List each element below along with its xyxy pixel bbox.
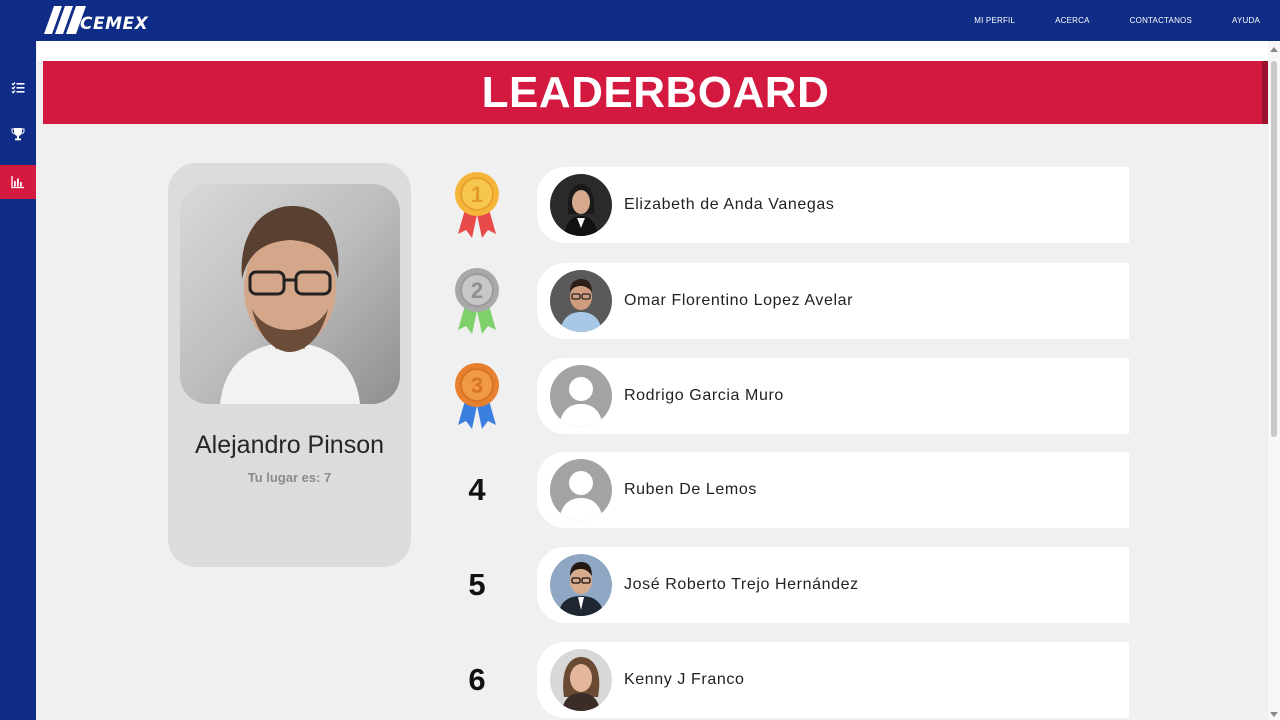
medal-number: 2 <box>471 278 483 303</box>
rank-slot: 5 <box>448 547 506 623</box>
sidebar <box>0 41 36 720</box>
leaderboard-entry[interactable]: José Roberto Trejo Hernández <box>537 547 1129 623</box>
avatar <box>550 554 612 616</box>
rank-number: 4 <box>468 472 486 507</box>
rank-number: 5 <box>468 567 486 602</box>
list-check-icon <box>11 82 25 94</box>
leaderboard-entry[interactable]: Omar Florentino Lopez Avelar <box>537 263 1129 339</box>
rank-slot: 1 <box>448 167 506 243</box>
entry-name: Ruben De Lemos <box>624 481 757 498</box>
current-user-rank: Tu lugar es: 7 <box>247 470 332 485</box>
scroll-up-icon[interactable] <box>1270 47 1278 52</box>
entry-name: Rodrigo Garcia Muro <box>624 387 784 404</box>
avatar <box>550 270 612 332</box>
entry-name: Elizabeth de Anda Vanegas <box>624 196 835 213</box>
avatar <box>550 174 612 236</box>
sidebar-item-leaderboard[interactable] <box>0 165 36 199</box>
scrollbar-thumb[interactable] <box>1271 61 1277 437</box>
leaderboard-entry[interactable]: Elizabeth de Anda Vanegas <box>537 167 1129 243</box>
entry-name: José Roberto Trejo Hernández <box>624 576 859 593</box>
medal-number: 3 <box>471 373 483 398</box>
person-photo-icon <box>550 649 612 711</box>
current-user-card: Alejandro Pinson Tu lugar es: 7 <box>168 163 411 567</box>
avatar <box>550 649 612 711</box>
scroll-down-icon[interactable] <box>1270 712 1278 717</box>
default-avatar-icon <box>550 365 612 427</box>
page-scrollbar[interactable] <box>1268 41 1280 720</box>
sidebar-item-tasks[interactable] <box>0 71 36 105</box>
leaderboard-row: 3 Rodrigo Garcia Muro <box>440 358 1130 434</box>
leaderboard-row: 1 Elizabeth de Anda Vanegas <box>440 167 1130 243</box>
bronze-medal-icon: 3 <box>455 363 499 429</box>
default-avatar-icon <box>550 459 612 521</box>
page-title: LEADERBOARD <box>481 67 830 117</box>
leaderboard-row: 4 Ruben De Lemos <box>440 452 1130 528</box>
person-photo-icon <box>550 270 612 332</box>
leaderboard-row: 6 Kenny J Franco <box>440 642 1130 718</box>
leaderboard-banner: LEADERBOARD <box>43 61 1268 124</box>
rank-slot: 4 <box>448 452 506 528</box>
user-portrait-icon <box>220 206 360 404</box>
logo-text: CEMEX <box>80 14 149 34</box>
rank-slot: 6 <box>448 642 506 718</box>
leaderboard-row: 2 Omar Florentino Lopez Avelar <box>440 263 1130 339</box>
cemex-logo[interactable]: CEMEX <box>44 5 148 35</box>
person-photo-icon <box>550 174 612 236</box>
silver-medal-icon: 2 <box>455 268 499 334</box>
sidebar-item-trophies[interactable] <box>0 117 36 151</box>
top-navbar: CEMEX MI PERFIL ACERCA CONTACTANOS AYUDA <box>0 0 1280 41</box>
current-user-name: Alejandro Pinson <box>194 431 384 459</box>
current-user-photo <box>180 184 400 404</box>
gold-medal-icon: 1 <box>455 172 499 238</box>
rank-slot: 2 <box>448 263 506 339</box>
medal-number: 1 <box>471 182 483 207</box>
nav-mi-perfil[interactable]: MI PERFIL <box>974 16 1015 25</box>
nav-contactanos[interactable]: CONTACTANOS <box>1130 16 1192 25</box>
entry-name: Omar Florentino Lopez Avelar <box>624 292 854 309</box>
avatar <box>550 459 612 521</box>
leaderboard-entry[interactable]: Rodrigo Garcia Muro <box>537 358 1129 434</box>
nav-ayuda[interactable]: AYUDA <box>1232 16 1260 25</box>
nav-acerca[interactable]: ACERCA <box>1055 16 1090 25</box>
bar-chart-icon <box>11 176 24 189</box>
avatar <box>550 365 612 427</box>
leaderboard-row: 5 José Roberto Trejo Hernández <box>440 547 1130 623</box>
leaderboard-entry[interactable]: Ruben De Lemos <box>537 452 1129 528</box>
leaderboard-entry[interactable]: Kenny J Franco <box>537 642 1129 718</box>
rank-number: 6 <box>468 662 486 697</box>
content-top-spacer <box>37 41 1268 61</box>
trophy-icon <box>11 128 25 141</box>
rank-slot: 3 <box>448 358 506 434</box>
top-nav-links: MI PERFIL ACERCA CONTACTANOS AYUDA <box>934 0 1260 41</box>
person-photo-icon <box>550 554 612 616</box>
entry-name: Kenny J Franco <box>624 671 745 688</box>
